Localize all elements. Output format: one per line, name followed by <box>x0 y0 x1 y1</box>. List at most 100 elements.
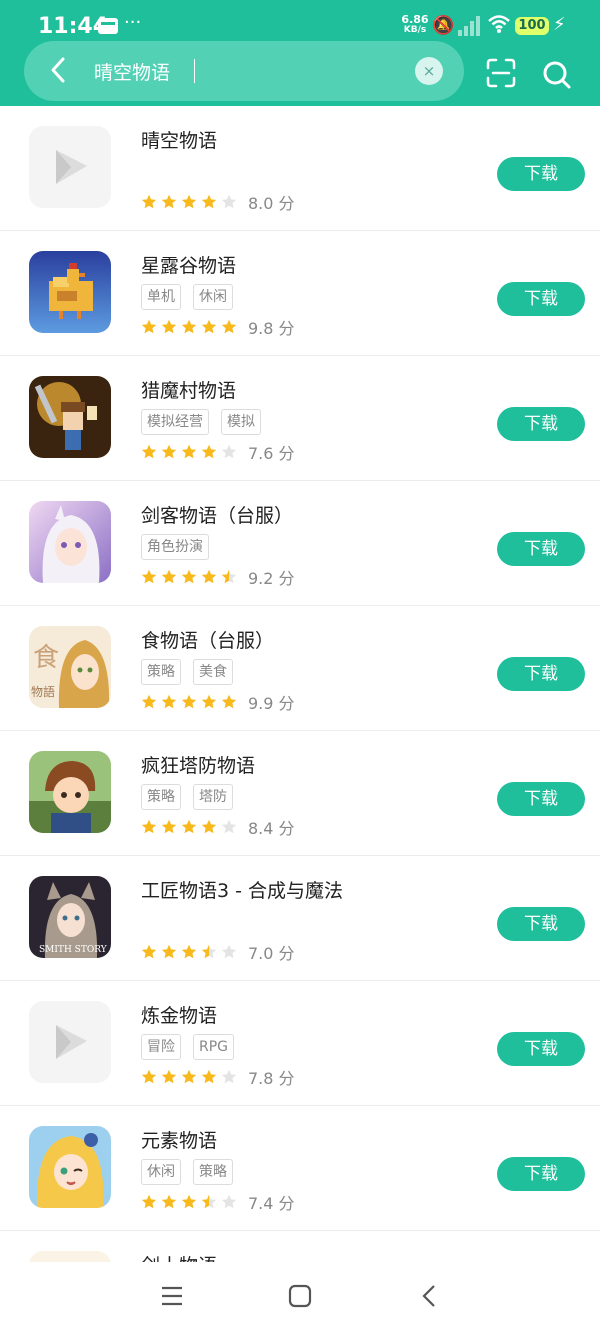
star-filled-icon <box>141 944 157 959</box>
download-button[interactable]: 下载 <box>497 907 585 941</box>
system-nav-bar <box>0 1262 600 1333</box>
rating-score: 9.8 分 <box>248 319 295 338</box>
charging-icon: ⚡ <box>553 14 566 35</box>
star-filled-icon <box>181 819 197 834</box>
placeholder-icon[interactable] <box>29 1001 111 1083</box>
star-empty-icon <box>221 1194 237 1209</box>
app-name[interactable]: 食物语（台服） <box>141 626 274 653</box>
tag: 塔防 <box>193 784 233 810</box>
tag: 模拟经营 <box>141 409 209 435</box>
tag-list: 休闲 策略 <box>141 1159 245 1185</box>
download-button[interactable]: 下载 <box>497 1157 585 1191</box>
app-name[interactable]: 元素物语 <box>141 1126 217 1153</box>
network-speed: 6.86 KB/s <box>398 14 432 36</box>
svg-text:SMITH STORY: SMITH STORY <box>39 945 108 955</box>
app-name[interactable]: 晴空物语 <box>141 126 217 153</box>
star-empty-icon <box>221 944 237 959</box>
tag: 策略 <box>141 659 181 685</box>
star-filled-icon <box>161 444 177 459</box>
download-button[interactable]: 下载 <box>497 1032 585 1066</box>
star-half-icon <box>201 944 217 959</box>
list-item[interactable]: SMITH STORY 工匠物语3 - 合成与魔法 7.0 分 下载 <box>0 856 600 981</box>
rating: 7.8 分 <box>141 1065 295 1089</box>
placeholder-icon[interactable] <box>29 126 111 208</box>
app-name[interactable]: 炼金物语 <box>141 1001 217 1028</box>
star-filled-icon <box>201 569 217 584</box>
app-name[interactable]: 疯狂塔防物语 <box>141 751 255 778</box>
svg-text:食: 食 <box>33 643 59 673</box>
list-item[interactable]: 晴空物语 8.0 分 下载 <box>0 106 600 231</box>
download-button[interactable]: 下载 <box>497 532 585 566</box>
star-empty-icon <box>221 819 237 834</box>
app-name[interactable]: 星露谷物语 <box>141 251 236 278</box>
star-filled-icon <box>161 319 177 334</box>
mail-notification-icon <box>98 18 118 34</box>
list-item[interactable]: 元素物语 休闲 策略 7.4 分下载 <box>0 1106 600 1231</box>
clear-search-button[interactable]: × <box>415 57 443 85</box>
tag: 策略 <box>141 784 181 810</box>
anime-girl-icon[interactable] <box>29 501 111 583</box>
star-filled-icon <box>181 319 197 334</box>
download-button[interactable]: 下载 <box>497 157 585 191</box>
header: 11:44 ··· 6.86 KB/s 🔕 100 ⚡ 晴空物语 × <box>0 0 600 106</box>
star-filled-icon <box>141 319 157 334</box>
rating-score: 8.4 分 <box>248 819 295 838</box>
download-button[interactable]: 下载 <box>497 657 585 691</box>
star-filled-icon <box>201 694 217 709</box>
menu-icon[interactable] <box>160 1284 184 1308</box>
tag-list: 模拟经营 模拟 <box>141 409 273 435</box>
app-name[interactable]: 剑客物语（台服） <box>141 501 293 528</box>
tag: 休闲 <box>141 1159 181 1185</box>
star-empty-icon <box>221 194 237 209</box>
search-bar[interactable]: 晴空物语 × <box>24 41 464 101</box>
list-item[interactable]: 疯狂塔防物语 策略 塔防 8.4 分 下载 <box>0 731 600 856</box>
tag: 策略 <box>193 1159 233 1185</box>
anime-boy-icon[interactable]: 食物語 <box>29 626 111 708</box>
star-filled-icon <box>181 1069 197 1084</box>
list-item[interactable]: 星露谷物语 单机 休闲 9.8 分下载 <box>0 231 600 356</box>
star-half-icon <box>201 1194 217 1209</box>
rating-score: 8.0 分 <box>248 194 295 213</box>
pixel-knight-icon[interactable] <box>29 376 111 458</box>
star-filled-icon <box>141 1069 157 1084</box>
tag-list: 策略 美食 <box>141 659 245 685</box>
battery-indicator: 100 <box>515 17 549 35</box>
star-filled-icon <box>161 944 177 959</box>
more-notifications-icon: ··· <box>124 12 142 33</box>
star-empty-icon <box>221 444 237 459</box>
star-filled-icon <box>221 694 237 709</box>
list-item[interactable]: 剑客物语（台服） 角色扮演 9.2 分 下载 <box>0 481 600 606</box>
tag: RPG <box>193 1034 235 1060</box>
back-icon[interactable] <box>418 1284 442 1308</box>
rating: 7.6 分 <box>141 440 295 464</box>
app-name[interactable]: 工匠物语3 - 合成与魔法 <box>141 876 343 903</box>
download-button[interactable]: 下载 <box>497 407 585 441</box>
app-name[interactable]: 猎魔村物语 <box>141 376 236 403</box>
list-item[interactable]: 炼金物语 冒险 RPG 7.8 分 下载 <box>0 981 600 1106</box>
list-item[interactable]: 食物語 食物语（台服） 策略 美食 9.9 分下载 <box>0 606 600 731</box>
rating-score: 9.2 分 <box>248 569 295 588</box>
star-filled-icon <box>161 1194 177 1209</box>
star-filled-icon <box>201 819 217 834</box>
smith-story-icon[interactable]: SMITH STORY <box>29 876 111 958</box>
star-filled-icon <box>161 1069 177 1084</box>
rating: 8.0 分 <box>141 190 295 214</box>
star-filled-icon <box>181 694 197 709</box>
home-icon[interactable] <box>288 1284 312 1308</box>
search-input[interactable]: 晴空物语 <box>94 58 170 85</box>
boy-hero-icon[interactable] <box>29 751 111 833</box>
download-button[interactable]: 下载 <box>497 782 585 816</box>
search-icon[interactable] <box>542 60 572 90</box>
mute-icon: 🔕 <box>432 15 455 36</box>
list-item[interactable]: 猎魔村物语模拟经营 模拟 7.6 分 下载 <box>0 356 600 481</box>
star-filled-icon <box>201 444 217 459</box>
scan-icon[interactable] <box>486 58 516 88</box>
star-filled-icon <box>181 1194 197 1209</box>
svg-text:物語: 物語 <box>31 684 55 699</box>
tag: 角色扮演 <box>141 534 209 560</box>
blonde-girl-icon[interactable] <box>29 1126 111 1208</box>
chicken-icon[interactable] <box>29 251 111 333</box>
back-arrow-icon[interactable] <box>44 55 74 85</box>
star-filled-icon <box>181 194 197 209</box>
download-button[interactable]: 下载 <box>497 282 585 316</box>
